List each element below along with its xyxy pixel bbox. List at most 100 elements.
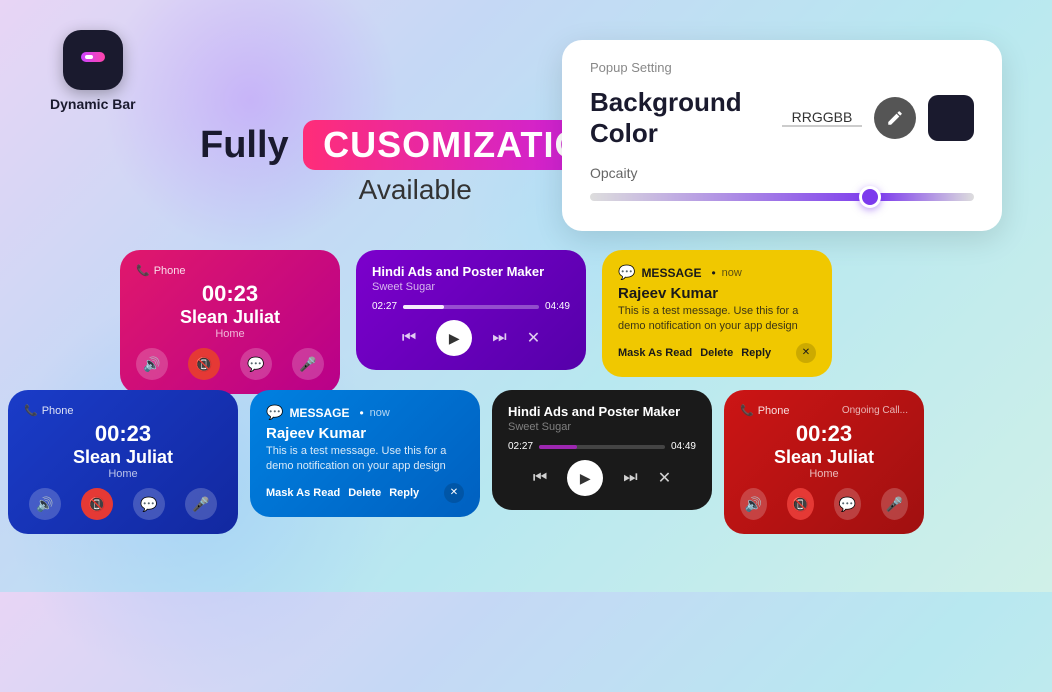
dot: • bbox=[711, 266, 715, 280]
app-name: Dynamic Bar bbox=[50, 96, 136, 112]
slider-track bbox=[590, 193, 974, 201]
mask-read-button[interactable]: Mask As Read bbox=[618, 345, 692, 361]
msg-blue-header-row: 💬 MESSAGE • now bbox=[266, 404, 464, 421]
opacity-label: Opcaity bbox=[590, 165, 974, 181]
dark-progress-bar[interactable] bbox=[539, 445, 665, 449]
card-call-red: 📞 Phone Ongoing Call... 00:23 Slean Juli… bbox=[724, 390, 924, 534]
app-logo-icon bbox=[63, 30, 123, 90]
card-music-purple: Hindi Ads and Poster Maker Sweet Sugar 0… bbox=[356, 250, 586, 370]
msg-blue-when: now bbox=[370, 407, 390, 419]
popup-bg-row: Background Color bbox=[590, 87, 974, 149]
call-blue-controls: 🔊 📵 💬 🎤 bbox=[24, 488, 222, 520]
hangup-btn-blue[interactable]: 📵 bbox=[81, 488, 113, 520]
color-swatch[interactable] bbox=[928, 95, 974, 141]
play-button[interactable]: ▶ bbox=[436, 320, 472, 356]
call-blue-name: Slean Juliat bbox=[24, 447, 222, 468]
phone-icon-red: 📞 bbox=[740, 404, 754, 417]
msg-yellow-close[interactable]: ✕ bbox=[796, 343, 816, 363]
delete-button[interactable]: Delete bbox=[700, 345, 733, 361]
popup-title: Popup Setting bbox=[590, 60, 974, 75]
call-red-sub: Home bbox=[740, 468, 908, 480]
call-pink-time: 00:23 bbox=[136, 281, 324, 307]
hangup-button[interactable]: 📵 bbox=[188, 348, 220, 380]
hex-input[interactable] bbox=[782, 109, 862, 127]
chat-button[interactable]: 💬 bbox=[240, 348, 272, 380]
time-start: 02:27 bbox=[372, 301, 397, 312]
message-icon: 💬 bbox=[618, 264, 635, 281]
volume-btn-blue[interactable]: 🔊 bbox=[29, 488, 61, 520]
next-button[interactable]: ⏭ bbox=[492, 329, 506, 347]
call-pink-controls: 🔊 📵 💬 🎤 bbox=[136, 348, 324, 380]
msg-blue-body: This is a test message. Use this for a d… bbox=[266, 444, 464, 475]
call-pink-sub: Home bbox=[136, 328, 324, 340]
reply-button[interactable]: Reply bbox=[741, 345, 771, 361]
dot-blue: • bbox=[359, 406, 363, 420]
bg-color-label: Background Color bbox=[590, 87, 770, 149]
prev-button[interactable]: ⏮ bbox=[402, 329, 416, 347]
card-msg-blue: 💬 MESSAGE • now Rajeev Kumar This is a t… bbox=[250, 390, 480, 517]
call-red-time: 00:23 bbox=[740, 421, 908, 447]
popup-panel: Popup Setting Background Color Opcaity bbox=[562, 40, 1002, 231]
reply-btn-blue[interactable]: Reply bbox=[389, 485, 419, 501]
msg-blue-name: Rajeev Kumar bbox=[266, 425, 464, 442]
msg-yellow-name: Rajeev Kumar bbox=[618, 285, 816, 302]
msg-blue-header: MESSAGE bbox=[289, 406, 349, 420]
opacity-slider[interactable] bbox=[590, 187, 974, 207]
message-icon-blue: 💬 bbox=[266, 404, 283, 421]
hangup-btn-red[interactable]: 📵 bbox=[787, 488, 814, 520]
prev-btn-dark[interactable]: ⏮ bbox=[533, 469, 547, 487]
call-blue-header: 📞 Phone bbox=[24, 404, 222, 417]
call-red-controls: 🔊 📵 💬 🎤 bbox=[740, 488, 908, 520]
music-purple-controls: ⏮ ▶ ⏭ ✕ bbox=[372, 320, 570, 356]
msg-yellow-header-row: 💬 MESSAGE • now bbox=[618, 264, 816, 281]
edit-color-button[interactable] bbox=[874, 97, 916, 139]
mute-btn-blue[interactable]: 🎤 bbox=[185, 488, 217, 520]
call-pink-name: Slean Juliat bbox=[136, 307, 324, 328]
phone-icon-blue: 📞 bbox=[24, 404, 38, 417]
music-purple-sub: Sweet Sugar bbox=[372, 281, 570, 293]
mute-button[interactable]: 🎤 bbox=[292, 348, 324, 380]
msg-yellow-when: now bbox=[722, 267, 742, 279]
logo-area: Dynamic Bar bbox=[50, 30, 136, 112]
mask-read-btn-blue[interactable]: Mask As Read bbox=[266, 485, 340, 501]
msg-blue-close[interactable]: ✕ bbox=[444, 483, 464, 503]
msg-blue-actions: Mask As Read Delete Reply ✕ bbox=[266, 483, 464, 503]
volume-btn-red[interactable]: 🔊 bbox=[740, 488, 767, 520]
cards-row-top: 📞 Phone 00:23 Slean Juliat Home 🔊 📵 💬 🎤 … bbox=[120, 250, 832, 394]
call-blue-time: 00:23 bbox=[24, 421, 222, 447]
cards-row-bottom: 📞 Phone 00:23 Slean Juliat Home 🔊 📵 💬 🎤 … bbox=[0, 390, 924, 534]
card-call-blue: 📞 Phone 00:23 Slean Juliat Home 🔊 📵 💬 🎤 bbox=[8, 390, 238, 534]
close-button[interactable]: ✕ bbox=[527, 328, 540, 348]
music-dark-sub: Sweet Sugar bbox=[508, 421, 696, 433]
card-music-dark: Hindi Ads and Poster Maker Sweet Sugar 0… bbox=[492, 390, 712, 510]
delete-btn-blue[interactable]: Delete bbox=[348, 485, 381, 501]
card-msg-yellow: 💬 MESSAGE • now Rajeev Kumar This is a t… bbox=[602, 250, 832, 377]
time-end: 04:49 bbox=[545, 301, 570, 312]
call-pink-header: 📞 Phone bbox=[136, 264, 324, 277]
close-btn-dark[interactable]: ✕ bbox=[658, 468, 671, 488]
ongoing-text: Ongoing Call... bbox=[842, 405, 908, 416]
card-call-pink: 📞 Phone 00:23 Slean Juliat Home 🔊 📵 💬 🎤 bbox=[120, 250, 340, 394]
music-dark-progress: 02:27 04:49 bbox=[508, 441, 696, 452]
msg-yellow-body: This is a test message. Use this for a d… bbox=[618, 304, 816, 335]
call-blue-sub: Home bbox=[24, 468, 222, 480]
dark-time-end: 04:49 bbox=[671, 441, 696, 452]
volume-button[interactable]: 🔊 bbox=[136, 348, 168, 380]
call-red-name: Slean Juliat bbox=[740, 447, 908, 468]
music-purple-title: Hindi Ads and Poster Maker bbox=[372, 264, 570, 279]
slider-thumb[interactable] bbox=[859, 186, 881, 208]
chat-btn-red[interactable]: 💬 bbox=[834, 488, 861, 520]
msg-yellow-actions: Mask As Read Delete Reply ✕ bbox=[618, 343, 816, 363]
hero-fully-text: Fully bbox=[200, 124, 289, 166]
dark-time-start: 02:27 bbox=[508, 441, 533, 452]
phone-icon: 📞 bbox=[136, 264, 150, 277]
chat-btn-blue[interactable]: 💬 bbox=[133, 488, 165, 520]
mute-btn-red[interactable]: 🎤 bbox=[881, 488, 908, 520]
music-dark-controls: ⏮ ▶ ⏭ ✕ bbox=[508, 460, 696, 496]
music-purple-progress: 02:27 04:49 bbox=[372, 301, 570, 312]
music-dark-title: Hindi Ads and Poster Maker bbox=[508, 404, 696, 419]
next-btn-dark[interactable]: ⏭ bbox=[623, 469, 637, 487]
progress-bar[interactable] bbox=[403, 305, 539, 309]
msg-yellow-header: MESSAGE bbox=[641, 266, 701, 280]
play-btn-dark[interactable]: ▶ bbox=[567, 460, 603, 496]
